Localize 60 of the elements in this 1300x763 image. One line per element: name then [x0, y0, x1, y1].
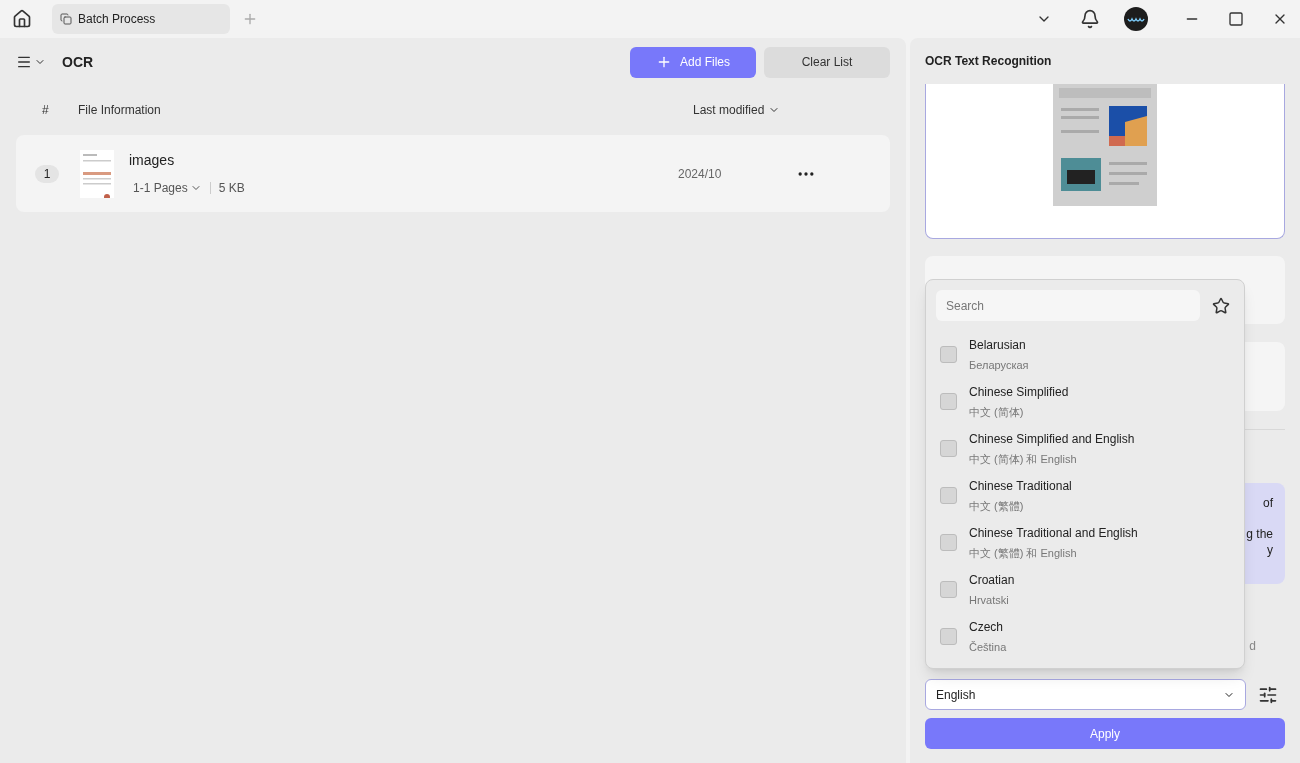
language-option[interactable]: Czech Čeština: [936, 613, 1234, 660]
row-number: 1: [35, 164, 59, 183]
checkbox[interactable]: [940, 581, 957, 598]
batch-process-tab[interactable]: Batch Process: [52, 4, 230, 34]
file-thumbnail: [80, 149, 114, 198]
sort-dropdown[interactable]: Last modified: [693, 101, 781, 119]
file-size: 5 KB: [218, 180, 245, 197]
plus-icon: [656, 54, 672, 70]
checkbox[interactable]: [940, 628, 957, 645]
file-row[interactable]: 1 images 1-1 Pages 5 KB 2024/10: [16, 135, 890, 212]
hint-text: d: [1249, 638, 1256, 655]
add-files-button[interactable]: Add Files: [630, 46, 756, 78]
notification-icon[interactable]: [1080, 9, 1100, 29]
language-select[interactable]: English: [925, 679, 1246, 710]
pages-dropdown[interactable]: 1-1 Pages: [133, 179, 202, 197]
native-name: Hrvatski: [969, 592, 1010, 608]
native-name: Беларуская: [969, 357, 1029, 373]
language-name: Chinese Traditional: [969, 477, 1072, 495]
maximize-icon[interactable]: [1228, 11, 1244, 27]
language-name: Belarusian: [969, 336, 1027, 354]
language-name: Croatian: [969, 571, 1015, 589]
language-option[interactable]: Chinese Traditional and English 中文 (繁體) 和 English: [936, 519, 1234, 566]
language-name: Chinese Simplified: [969, 383, 1069, 401]
settings-icon[interactable]: [1258, 684, 1278, 705]
avatar-icon[interactable]: [1124, 7, 1148, 31]
language-option[interactable]: Croatian Hrvatski: [936, 566, 1234, 613]
column-header: File Information: [78, 102, 162, 119]
native-name: 中文 (繁體) 和 English: [969, 545, 1078, 561]
page-title: OCR: [62, 52, 94, 72]
checkbox[interactable]: [940, 346, 957, 363]
modified-date: 2024/10: [678, 165, 723, 183]
apply-button[interactable]: Apply: [925, 718, 1285, 749]
copy-icon: [60, 13, 72, 25]
clear-list-button[interactable]: Clear List: [764, 46, 890, 78]
language-option[interactable]: Belarusian Беларуская: [936, 331, 1234, 378]
checkbox[interactable]: [940, 393, 957, 410]
native-name: 中文 (简体) 和 English: [969, 451, 1078, 467]
language-option[interactable]: Chinese Traditional 中文 (繁體): [936, 472, 1234, 519]
tab-label: Batch Process: [78, 11, 156, 28]
native-name: Čeština: [969, 639, 1007, 655]
note-text: g the: [1246, 526, 1273, 542]
language-option[interactable]: Chinese Simplified and English 中文 (简体) 和 English: [936, 425, 1234, 472]
language-name: Chinese Traditional and English: [969, 524, 1138, 542]
checkbox[interactable]: [940, 487, 957, 504]
checkbox[interactable]: [940, 534, 957, 551]
checkbox[interactable]: [940, 440, 957, 457]
menu-icon[interactable]: [16, 54, 32, 70]
search-field[interactable]: Search: [936, 290, 1200, 321]
note-text: y: [1267, 542, 1273, 558]
language-name: Chinese Simplified and English: [969, 430, 1135, 448]
column-header: #: [41, 102, 50, 119]
file-name: images: [129, 151, 176, 170]
favorite-star-icon[interactable]: [1212, 296, 1230, 315]
native-name: 中文 (简体): [969, 404, 1025, 420]
language-name: Czech: [969, 618, 1004, 636]
language-option[interactable]: Chinese Simplified 中文 (简体): [936, 378, 1234, 425]
panel-title: OCR Text Recognition: [925, 53, 1053, 70]
home-icon[interactable]: [12, 9, 32, 29]
note-text: of: [1263, 495, 1273, 511]
native-name: 中文 (繁體): [969, 498, 1025, 514]
